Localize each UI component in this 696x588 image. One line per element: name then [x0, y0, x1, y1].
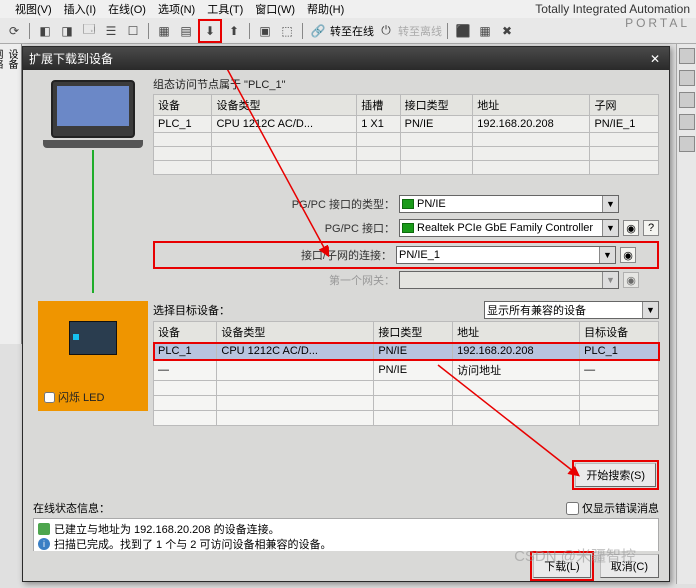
side-icon[interactable]: [679, 136, 695, 152]
settings-icon: ◉: [623, 272, 639, 288]
settings-icon[interactable]: ◉: [623, 220, 639, 236]
tb-icon[interactable]: ⏻: [376, 21, 396, 41]
plc-icon: [69, 321, 117, 355]
download-button[interactable]: 下载(L): [533, 554, 590, 578]
pg-type-combo[interactable]: PN/IE▼: [399, 195, 619, 213]
close-icon[interactable]: ✕: [647, 51, 663, 67]
tb-icon[interactable]: ▤: [176, 21, 196, 41]
go-online[interactable]: 转至在线: [330, 23, 374, 39]
menu-insert[interactable]: 插入(I): [64, 1, 96, 17]
laptop-icon: [51, 80, 135, 138]
chevron-down-icon: ▼: [599, 247, 615, 263]
tb-icon[interactable]: ⬚: [277, 21, 297, 41]
table-row[interactable]: — PN/IE访问地址 —: [154, 360, 659, 381]
cancel-button[interactable]: 取消(C): [600, 554, 659, 578]
app-title: Totally Integrated Automation PORTAL: [535, 2, 690, 30]
tb-icon[interactable]: 🗔: [79, 21, 99, 41]
table-row[interactable]: PLC_1CPU 1212C AC/D... PN/IE192.168.20.2…: [154, 343, 659, 360]
table-row[interactable]: PLC_1CPU 1212C AC/D... 1 X1PN/IE 192.168…: [154, 116, 659, 133]
tb-icon[interactable]: ▦: [154, 21, 174, 41]
side-icon[interactable]: [679, 92, 695, 108]
status-list[interactable]: 已建立与地址为 192.168.20.208 的设备连接。 i扫描已完成。找到了…: [33, 518, 659, 551]
dialog-title: 扩展下载到设备: [29, 50, 113, 67]
tb-icon[interactable]: ◨: [57, 21, 77, 41]
start-search-button[interactable]: 开始搜索(S): [575, 463, 656, 487]
menu-window[interactable]: 窗口(W): [255, 1, 295, 17]
connection-line: [92, 150, 94, 293]
download-icon[interactable]: ⬇: [200, 21, 220, 41]
chevron-down-icon: ▼: [602, 220, 618, 236]
right-sidebar: [676, 44, 696, 584]
dialog-titlebar: 扩展下载到设备 ✕: [23, 47, 669, 70]
tb-icon[interactable]: ⬛: [453, 21, 473, 41]
link-icon: [38, 523, 50, 535]
side-icon[interactable]: [679, 70, 695, 86]
menu-view[interactable]: 视图(V): [15, 1, 52, 17]
pg-interface-combo[interactable]: Realtek PCIe GbE Family Controller▼: [399, 219, 619, 237]
select-target-label: 选择目标设备：: [153, 302, 230, 318]
config-table: 设备设备类型 插槽接口类型 地址子网 PLC_1CPU 1212C AC/D..…: [153, 94, 659, 175]
chevron-down-icon: ▼: [602, 272, 618, 288]
tb-icon[interactable]: 🔗: [308, 21, 328, 41]
chevron-down-icon: ▼: [602, 196, 618, 212]
info-icon[interactable]: ?: [643, 220, 659, 236]
only-errors-checkbox[interactable]: 仅显示错误消息: [566, 500, 659, 516]
connection-combo[interactable]: PN/IE_1▼: [396, 246, 616, 264]
menu-help[interactable]: 帮助(H): [307, 1, 344, 17]
chevron-down-icon: ▼: [642, 302, 658, 318]
left-sidebar: 设备 网络 PU 1: [0, 44, 22, 344]
filter-combo[interactable]: 显示所有兼容的设备▼: [484, 301, 659, 319]
tb-icon[interactable]: ▣: [255, 21, 275, 41]
tb-icon[interactable]: ☰: [101, 21, 121, 41]
settings-icon[interactable]: ◉: [620, 247, 636, 263]
dialog-footer: 下载(L) 取消(C): [23, 551, 669, 581]
info-icon: i: [38, 538, 50, 550]
menu-tools[interactable]: 工具(T): [207, 1, 243, 17]
go-offline: 转至离线: [398, 23, 442, 39]
tb-icon[interactable]: ◧: [35, 21, 55, 41]
flash-led-checkbox[interactable]: 闪烁 LED: [44, 389, 104, 405]
side-icon[interactable]: [679, 114, 695, 130]
menu-options[interactable]: 选项(N): [158, 1, 195, 17]
menu-online[interactable]: 在线(O): [108, 1, 146, 17]
download-dialog: 扩展下载到设备 ✕ 组态访问节点属于 "PLC_1" 设备设备类型 插槽接口类型…: [22, 46, 670, 582]
side-icon[interactable]: [679, 48, 695, 64]
tb-icon[interactable]: ✖: [497, 21, 517, 41]
tb-icon[interactable]: ⟳: [4, 21, 24, 41]
status-label: 在线状态信息：: [33, 500, 110, 516]
target-device-icon: 闪烁 LED: [38, 301, 148, 411]
tb-icon[interactable]: ☐: [123, 21, 143, 41]
target-table: 设备设备类型 接口类型地址 目标设备 PLC_1CPU 1212C AC/D..…: [153, 321, 659, 426]
gateway-combo: ▼: [399, 271, 619, 289]
config-node-label: 组态访问节点属于 "PLC_1": [153, 76, 659, 92]
tb-icon[interactable]: ▦: [475, 21, 495, 41]
tb-icon[interactable]: ⬆: [224, 21, 244, 41]
